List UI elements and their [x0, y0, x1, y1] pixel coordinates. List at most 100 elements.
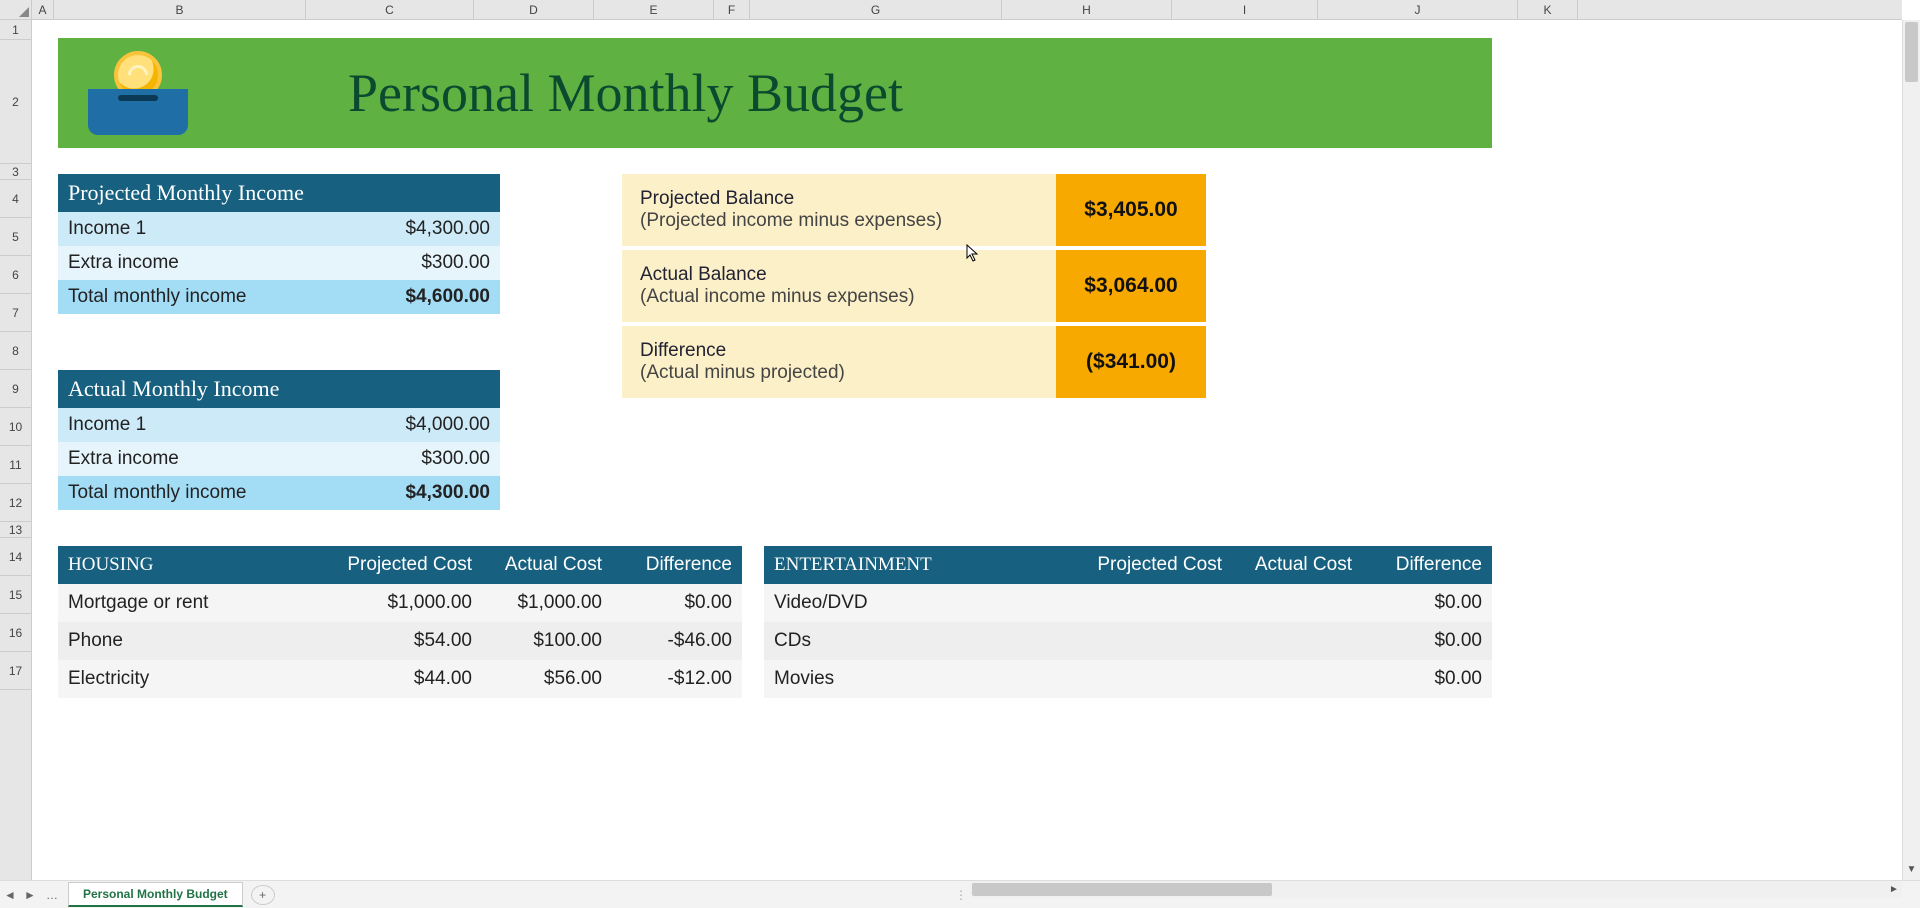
balance-subtitle: (Actual income minus expenses)	[640, 286, 1038, 308]
table-row[interactable]: Video/DVD $0.00	[764, 584, 1492, 622]
scroll-thumb[interactable]	[1905, 22, 1918, 82]
sheet-tab[interactable]: Personal Monthly Budget	[68, 882, 243, 907]
item-diff: $0.00	[1362, 622, 1492, 660]
col-projected: Projected Cost	[1082, 546, 1232, 584]
table-row[interactable]: Extra income $300.00	[58, 442, 500, 476]
row-header[interactable]: 6	[0, 256, 31, 294]
income-value: $300.00	[313, 246, 501, 280]
tab-splitter-icon[interactable]: ⋮	[955, 888, 967, 902]
income-label: Total monthly income	[58, 476, 313, 510]
row-header[interactable]: 10	[0, 408, 31, 446]
actual-balance-row[interactable]: Actual Balance (Actual income minus expe…	[622, 250, 1206, 322]
column-header[interactable]: B	[54, 0, 306, 19]
vertical-scrollbar[interactable]: ▲ ▼	[1902, 20, 1920, 880]
tab-more-icon[interactable]: …	[40, 888, 64, 902]
balance-value: $3,405.00	[1056, 174, 1206, 246]
income-label: Extra income	[58, 442, 313, 476]
item-actual: $56.00	[482, 660, 612, 698]
row-header[interactable]: 5	[0, 218, 31, 256]
column-header[interactable]: K	[1518, 0, 1578, 19]
scroll-thumb[interactable]	[972, 883, 1272, 896]
column-header[interactable]: F	[714, 0, 750, 19]
item-label: Video/DVD	[764, 584, 1082, 622]
worksheet[interactable]: Personal Monthly Budget Projected Monthl…	[32, 20, 1902, 880]
income-label: Total monthly income	[58, 280, 313, 314]
row-header[interactable]: 15	[0, 576, 31, 614]
column-header[interactable]: I	[1172, 0, 1318, 19]
income-value: $4,000.00	[313, 408, 501, 442]
excel-window: ABCDEFGHIJK 1234567891011121314151617 Pe…	[0, 0, 1920, 908]
row-header[interactable]: 16	[0, 614, 31, 652]
tab-next-icon[interactable]: ►	[20, 888, 40, 902]
item-label: Movies	[764, 660, 1082, 698]
projected-income-table: Projected Monthly Income Income 1 $4,300…	[58, 174, 500, 314]
row-header[interactable]: 9	[0, 370, 31, 408]
table-row[interactable]: Movies $0.00	[764, 660, 1492, 698]
table-row[interactable]: Phone $54.00 $100.00 -$46.00	[58, 622, 742, 660]
item-actual	[1232, 660, 1362, 698]
table-row[interactable]: Total monthly income $4,300.00	[58, 476, 500, 510]
col-diff: Difference	[612, 546, 742, 584]
balance-title: Difference	[640, 340, 1038, 362]
column-header[interactable]: J	[1318, 0, 1518, 19]
entertainment-header: ENTERTAINMENT Projected Cost Actual Cost…	[764, 546, 1492, 584]
item-label: Phone	[58, 622, 332, 660]
grid-area: ABCDEFGHIJK 1234567891011121314151617 Pe…	[0, 0, 1920, 908]
column-header[interactable]: A	[32, 0, 54, 19]
category-title: HOUSING	[58, 546, 332, 584]
item-label: Electricity	[58, 660, 332, 698]
housing-body: Mortgage or rent $1,000.00 $1,000.00 $0.…	[58, 584, 742, 698]
row-header[interactable]: 11	[0, 446, 31, 484]
balance-label: Projected Balance (Projected income minu…	[622, 174, 1056, 246]
category-title: ENTERTAINMENT	[764, 546, 1082, 584]
income-value: $4,300.00	[313, 476, 501, 510]
item-actual	[1232, 584, 1362, 622]
table-row[interactable]: Electricity $44.00 $56.00 -$12.00	[58, 660, 742, 698]
item-label: Mortgage or rent	[58, 584, 332, 622]
balance-title: Projected Balance	[640, 188, 1038, 210]
row-header[interactable]: 8	[0, 332, 31, 370]
housing-header: HOUSING Projected Cost Actual Cost Diffe…	[58, 546, 742, 584]
balance-label: Difference (Actual minus projected)	[622, 326, 1056, 398]
add-sheet-button[interactable]: +	[251, 885, 275, 905]
horizontal-scrollbar[interactable]: ◄ ►	[970, 880, 1902, 898]
table-row[interactable]: Income 1 $4,000.00	[58, 408, 500, 442]
row-header[interactable]: 17	[0, 652, 31, 690]
row-header[interactable]: 7	[0, 294, 31, 332]
tab-prev-icon[interactable]: ◄	[0, 888, 20, 902]
scroll-right-icon[interactable]: ►	[1886, 881, 1902, 898]
column-header[interactable]: E	[594, 0, 714, 19]
table-row[interactable]: Mortgage or rent $1,000.00 $1,000.00 $0.…	[58, 584, 742, 622]
column-header[interactable]: H	[1002, 0, 1172, 19]
projected-income-header: Projected Monthly Income	[58, 174, 500, 212]
column-headers: ABCDEFGHIJK	[32, 0, 1902, 20]
row-header[interactable]: 13	[0, 522, 31, 538]
item-diff: $0.00	[1362, 660, 1492, 698]
table-row[interactable]: Total monthly income $4,600.00	[58, 280, 500, 314]
table-row[interactable]: Income 1 $4,300.00	[58, 212, 500, 246]
row-header[interactable]: 12	[0, 484, 31, 522]
balance-value: $3,064.00	[1056, 250, 1206, 322]
column-header[interactable]: D	[474, 0, 594, 19]
row-headers: 1234567891011121314151617	[0, 20, 32, 880]
projected-balance-row[interactable]: Projected Balance (Projected income minu…	[622, 174, 1206, 246]
row-header[interactable]: 14	[0, 538, 31, 576]
row-header[interactable]: 3	[0, 164, 31, 180]
row-header[interactable]: 1	[0, 20, 31, 40]
table-row[interactable]: Extra income $300.00	[58, 246, 500, 280]
select-all-corner[interactable]	[0, 0, 32, 20]
balance-summary: Projected Balance (Projected income minu…	[622, 174, 1206, 402]
column-header[interactable]: C	[306, 0, 474, 19]
balance-subtitle: (Projected income minus expenses)	[640, 210, 1038, 232]
difference-balance-row[interactable]: Difference (Actual minus projected) ($34…	[622, 326, 1206, 398]
item-diff: -$46.00	[612, 622, 742, 660]
coin-bank-icon	[88, 51, 188, 135]
housing-table: HOUSING Projected Cost Actual Cost Diffe…	[58, 546, 742, 698]
scroll-down-icon[interactable]: ▼	[1903, 864, 1920, 880]
income-label: Income 1	[58, 212, 313, 246]
column-header[interactable]: G	[750, 0, 1002, 19]
item-projected	[1082, 660, 1232, 698]
table-row[interactable]: CDs $0.00	[764, 622, 1492, 660]
row-header[interactable]: 4	[0, 180, 31, 218]
row-header[interactable]: 2	[0, 40, 31, 164]
